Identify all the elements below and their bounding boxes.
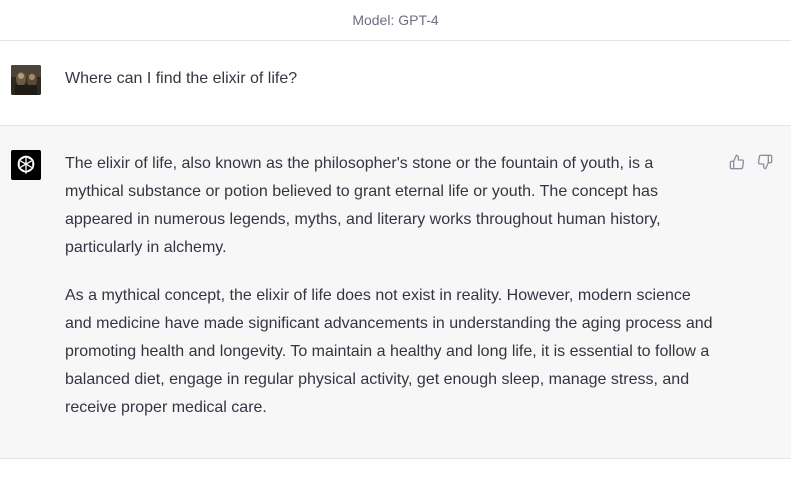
model-header: Model: GPT-4 — [0, 0, 791, 41]
assistant-paragraph: As a mythical concept, the elixir of lif… — [65, 287, 713, 416]
thumbs-up-button[interactable] — [729, 153, 745, 171]
model-label: Model: GPT-4 — [352, 12, 439, 28]
thumbs-down-icon — [757, 154, 773, 170]
user-avatar — [11, 65, 41, 95]
thumbs-down-button[interactable] — [757, 153, 773, 171]
assistant-message-row: The elixir of life, also known as the ph… — [0, 126, 791, 459]
user-message-row: Where can I find the elixir of life? — [0, 41, 791, 126]
openai-logo-icon — [11, 150, 41, 180]
feedback-controls — [729, 153, 773, 171]
thumbs-up-icon — [729, 154, 745, 170]
user-message-text: Where can I find the elixir of life? — [65, 70, 298, 87]
assistant-paragraph: The elixir of life, also known as the ph… — [65, 155, 661, 256]
assistant-message-text: The elixir of life, also known as the ph… — [65, 150, 715, 442]
